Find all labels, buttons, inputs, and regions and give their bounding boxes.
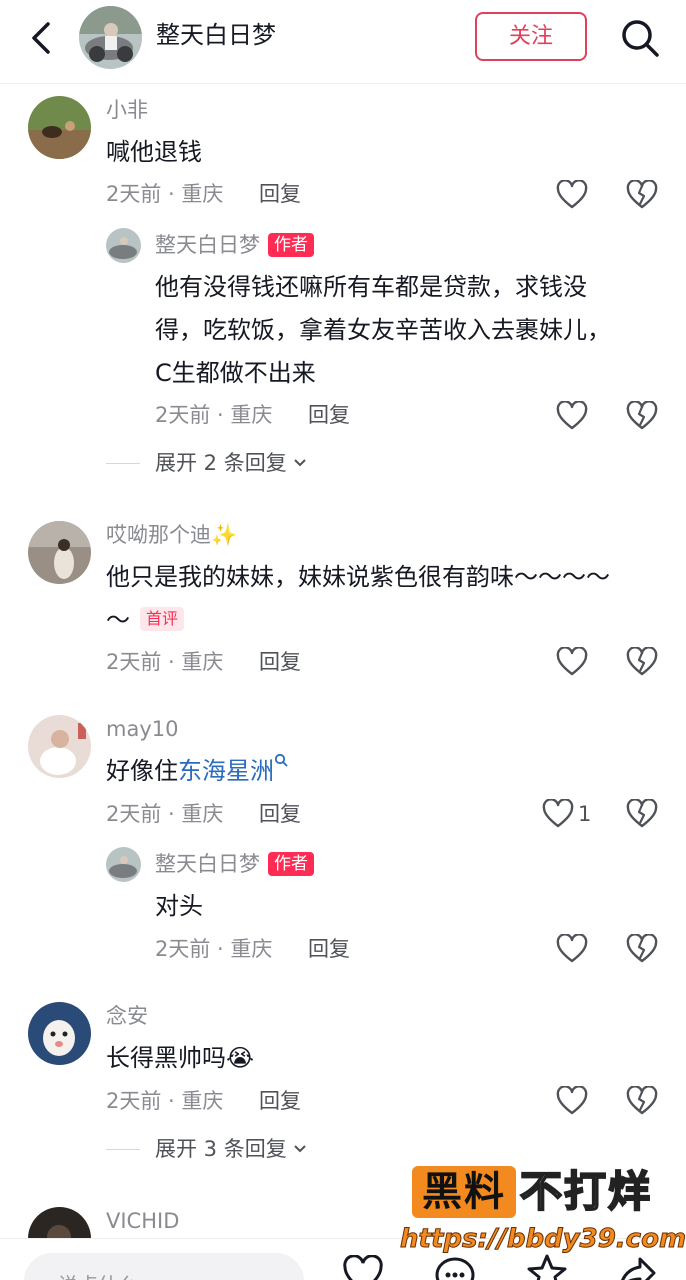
avatar[interactable] bbox=[28, 521, 91, 584]
heart-icon[interactable] bbox=[556, 1086, 588, 1116]
heart-icon[interactable] bbox=[556, 401, 588, 431]
expand-replies-button[interactable]: 展开 2 条回复 bbox=[155, 449, 307, 477]
comment-time-location: 2天前 · 重庆 bbox=[106, 650, 224, 674]
search-icon[interactable] bbox=[618, 16, 662, 60]
reply-button[interactable]: 回复 bbox=[259, 180, 301, 208]
author-name: 整天白日梦 bbox=[156, 21, 276, 49]
heart-icon[interactable] bbox=[556, 647, 588, 677]
location-search-link[interactable]: 东海星洲 bbox=[178, 757, 274, 785]
comment-text-tail: ～ bbox=[106, 606, 130, 634]
comment-text-prefix: 好像住 bbox=[106, 757, 178, 785]
comment-username[interactable]: 小非 bbox=[106, 96, 148, 124]
reply-username: 整天白日梦 作者 bbox=[155, 850, 314, 878]
watermark-url: https://bbdy39.com bbox=[399, 1224, 686, 1255]
reply-button[interactable]: 回复 bbox=[308, 401, 350, 429]
chevron-down-icon bbox=[294, 1145, 307, 1153]
avatar[interactable] bbox=[28, 96, 91, 159]
comment-text: 长得黑帅吗😭 bbox=[106, 1037, 254, 1080]
heart-icon[interactable] bbox=[556, 934, 588, 964]
chevron-down-icon bbox=[294, 459, 307, 467]
reply-button[interactable]: 回复 bbox=[259, 1087, 301, 1115]
expand-replies-button[interactable]: 展开 3 条回复 bbox=[155, 1135, 307, 1163]
comment-username[interactable]: may10 bbox=[106, 715, 178, 743]
divider-line bbox=[106, 1149, 140, 1150]
dislike-broken-heart-icon[interactable] bbox=[626, 1086, 658, 1116]
follow-button[interactable]: 关注 bbox=[475, 12, 587, 61]
watermark-box-text: 黑料 bbox=[412, 1166, 516, 1218]
avatar[interactable] bbox=[106, 847, 141, 882]
comment-time-location: 2天前 · 重庆 bbox=[106, 802, 224, 826]
comment-username[interactable]: 念安 bbox=[106, 1002, 148, 1030]
reply-button[interactable]: 回复 bbox=[259, 648, 301, 676]
avatar[interactable] bbox=[28, 715, 91, 778]
comment-text-line: ～ 首评 bbox=[106, 599, 185, 642]
comment-username[interactable]: 哎呦那个迪✨ bbox=[106, 521, 237, 549]
reply-username-text[interactable]: 整天白日梦 bbox=[155, 233, 260, 257]
comment-username[interactable]: VICHID bbox=[106, 1207, 179, 1235]
dislike-broken-heart-icon[interactable] bbox=[626, 401, 658, 431]
reply-username: 整天白日梦 作者 bbox=[155, 231, 314, 259]
dislike-broken-heart-icon[interactable] bbox=[626, 647, 658, 677]
search-small-icon[interactable] bbox=[274, 753, 288, 767]
comment-input-placeholder: 说点什么 bbox=[58, 1269, 138, 1280]
author-tag: 作者 bbox=[268, 233, 314, 257]
heart-icon[interactable] bbox=[556, 180, 588, 210]
dislike-broken-heart-icon[interactable] bbox=[626, 180, 658, 210]
expand-replies-label: 展开 3 条回复 bbox=[155, 1137, 287, 1161]
top-bar: 整天白日梦 关注 bbox=[0, 0, 686, 84]
dislike-broken-heart-icon[interactable] bbox=[626, 934, 658, 964]
reply-time-location: 2天前 · 重庆 bbox=[155, 403, 273, 427]
crying-laughing-emoji: 😭 bbox=[226, 1044, 255, 1072]
avatar[interactable] bbox=[106, 228, 141, 263]
dislike-broken-heart-icon[interactable] bbox=[626, 799, 658, 829]
reply-text-line: 他有没得钱还嘛所有车都是贷款，求钱没 bbox=[155, 273, 587, 301]
watermark: 黑料 不打烊 https://bbdy39.com bbox=[399, 1160, 686, 1260]
comment-time-location: 2天前 · 重庆 bbox=[106, 182, 224, 206]
reply-time-location: 2天前 · 重庆 bbox=[155, 937, 273, 961]
comment-time-location: 2天前 · 重庆 bbox=[106, 1089, 224, 1113]
comment-text-line: 他只是我的妹妹，妹妹说紫色很有韵味～～～～ bbox=[106, 563, 610, 591]
comment-text-body: 长得黑帅吗 bbox=[106, 1044, 226, 1072]
reply-username-text[interactable]: 整天白日梦 bbox=[155, 852, 260, 876]
avatar[interactable] bbox=[28, 1002, 91, 1065]
like-icon[interactable] bbox=[342, 1255, 384, 1280]
first-comment-tag: 首评 bbox=[140, 607, 185, 631]
expand-replies-label: 展开 2 条回复 bbox=[155, 451, 287, 475]
reply-text-line: 得，吃软饭，拿着女友辛苦收入去裹妹儿， bbox=[155, 316, 611, 344]
reply-button[interactable]: 回复 bbox=[308, 935, 350, 963]
reply-button[interactable]: 回复 bbox=[259, 800, 301, 828]
heart-icon[interactable] bbox=[542, 799, 574, 829]
comment-text: 好像住东海星洲 bbox=[106, 750, 288, 793]
divider-line bbox=[106, 463, 140, 464]
like-count: 1 bbox=[578, 802, 592, 826]
watermark-right-text: 不打烊 bbox=[519, 1166, 653, 1217]
back-arrow-icon[interactable] bbox=[22, 16, 62, 60]
reply-text: 对头 bbox=[155, 892, 203, 920]
author-avatar[interactable] bbox=[79, 6, 142, 69]
author-tag: 作者 bbox=[268, 852, 314, 876]
comment-text: 喊他退钱 bbox=[106, 138, 202, 166]
comment-input[interactable]: 说点什么 bbox=[24, 1253, 304, 1280]
reply-text-line: C生都做不出来 bbox=[155, 359, 316, 387]
